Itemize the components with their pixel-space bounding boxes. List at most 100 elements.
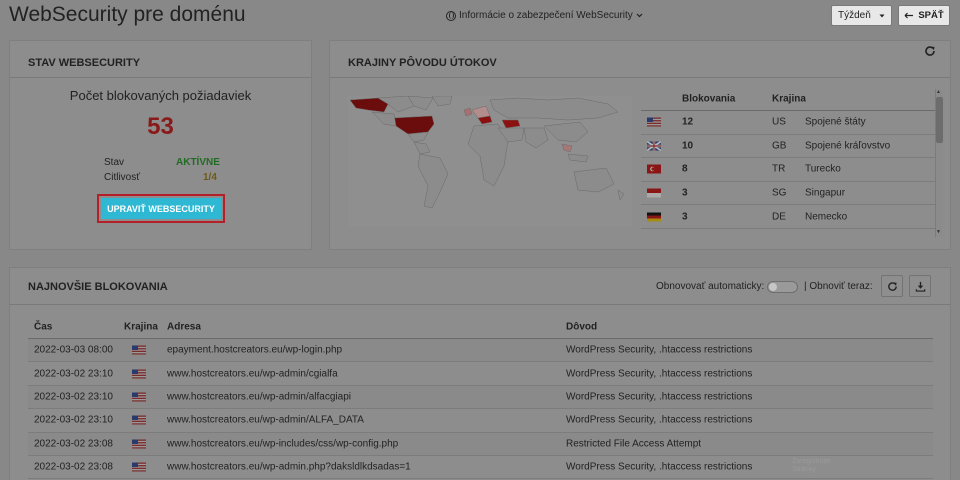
country-row[interactable]: 10 GB Spojené kráľovstvo: [641, 135, 936, 159]
table-row[interactable]: 2022-03-02 23:08 www.hostcreators.eu/wp-i…: [28, 432, 933, 456]
block-address: www.hostcreators.eu/wp-includes/css/wp-c…: [167, 438, 399, 450]
block-time: 2022-03-03 08:00: [34, 344, 113, 356]
country-name: Nemecko: [805, 211, 848, 223]
latest-blocks-title: NAJNOVŠIE BLOKOVANIA: [28, 281, 168, 293]
country-name: Spojené štáty: [805, 116, 866, 128]
state-value: AKTÍVNE: [176, 157, 220, 168]
scroll-up-icon[interactable]: ▲: [936, 89, 941, 95]
country-name: Singapur: [805, 187, 846, 199]
status-panel-title: STAV WEBSECURITY: [28, 57, 141, 69]
scrollbar-thumb[interactable]: [936, 97, 943, 143]
us-flag-icon: [132, 345, 146, 355]
divider: [10, 304, 950, 305]
scroll-down-icon[interactable]: ▼: [936, 229, 941, 235]
country-code: GB: [772, 140, 787, 152]
block-time: 2022-03-02 23:10: [34, 368, 113, 380]
back-button-label: SPÄŤ: [918, 10, 944, 21]
country-name: Turecko: [805, 163, 841, 175]
country-row[interactable]: 12 US Spojené štáty: [641, 111, 936, 135]
us-flag-icon: [132, 462, 146, 472]
block-time: 2022-03-02 23:08: [34, 438, 113, 450]
table-row[interactable]: 2022-03-02 23:10 www.hostcreators.eu/wp-a…: [28, 362, 933, 386]
country-code: US: [772, 116, 786, 128]
auto-refresh-toggle[interactable]: [767, 281, 798, 293]
column-header-time[interactable]: Čas: [34, 321, 52, 332]
country-row[interactable]: 3 DE Nemecko: [641, 205, 936, 229]
sg-flag-icon: [647, 188, 661, 198]
divider: [10, 77, 311, 78]
back-button[interactable]: SPÄŤ: [898, 5, 950, 26]
status-panel: STAV WEBSECURITY Počet blokovaných požia…: [9, 40, 312, 250]
us-flag-icon: [132, 415, 146, 425]
info-link-label: Informácie o zabezpečení WebSecurity: [459, 10, 633, 21]
edit-websecurity-button[interactable]: UPRAVIŤ WEBSECURITY: [97, 194, 225, 223]
latest-blocks-table: Čas Krajina Adresa Dôvod 2022-03-03 08:0…: [28, 315, 933, 480]
block-time: 2022-03-02 23:10: [34, 391, 113, 403]
period-select[interactable]: Týždeň: [831, 5, 892, 26]
download-button[interactable]: [909, 275, 931, 297]
block-address: www.hostcreators.eu/wp-admin.php?daksldl…: [167, 461, 411, 473]
sensitivity-value: 1/4: [203, 172, 217, 183]
country-code: TR: [772, 163, 786, 175]
refresh-icon: [887, 281, 897, 291]
refresh-icon[interactable]: [924, 45, 936, 57]
country-code: SG: [772, 187, 787, 199]
blocked-requests-count: 53: [147, 113, 174, 140]
block-time: 2022-03-02 23:10: [34, 414, 113, 426]
world-map[interactable]: [348, 96, 632, 227]
attack-countries-panel: KRAJINY PÔVODU ÚTOKOV Blokovania Krajina…: [329, 40, 951, 250]
block-reason: WordPress Security, .htaccess restrictio…: [566, 461, 753, 473]
block-time: 2022-03-02 23:08: [34, 461, 113, 473]
tr-flag-icon: [647, 164, 661, 174]
period-select-value: Týždeň: [838, 10, 871, 21]
de-flag-icon: [647, 212, 661, 222]
attack-countries-title: KRAJINY PÔVODU ÚTOKOV: [348, 57, 497, 69]
divider: [330, 77, 950, 78]
chevron-down-icon: [636, 13, 643, 18]
refresh-now-label: | Obnoviť teraz:: [804, 281, 873, 292]
column-header-blocks[interactable]: Blokovania: [682, 93, 735, 104]
block-address: www.hostcreators.eu/wp-admin/ALFA_DATA: [167, 414, 364, 426]
download-icon: [915, 281, 925, 292]
block-address: www.hostcreators.eu/wp-admin/alfacgiapi: [167, 391, 351, 403]
country-blocks: 3: [682, 211, 688, 223]
info-link[interactable]: Informácie o zabezpečení WebSecurity: [446, 10, 643, 21]
us-flag-icon: [647, 117, 661, 127]
table-row[interactable]: 2022-03-02 23:10 www.hostcreators.eu/wp-a…: [28, 385, 933, 410]
toggle-knob: [769, 283, 777, 291]
block-address: www.hostcreators.eu/wp-admin/cgialfa: [167, 368, 338, 380]
blocked-requests-label: Počet blokovaných požiadaviek: [69, 88, 252, 103]
sensitivity-label: Citlivosť: [104, 172, 140, 183]
country-name: Spojené kráľovstvo: [805, 140, 891, 152]
column-header-address[interactable]: Adresa: [167, 321, 201, 332]
latest-blocks-table-header: Čas Krajina Adresa Dôvod: [28, 315, 933, 339]
country-blocks: 12: [682, 116, 694, 128]
country-row[interactable]: 8 TR Turecko: [641, 158, 936, 182]
block-reason: WordPress Security, .htaccess restrictio…: [566, 368, 753, 380]
block-reason: WordPress Security, .htaccess restrictio…: [566, 414, 753, 426]
chevron-down-icon: [879, 14, 885, 17]
column-header-country[interactable]: Krajina: [772, 93, 806, 104]
table-row[interactable]: 2022-03-03 08:00 epayment.hostcreators.eu…: [28, 339, 933, 363]
arrow-left-icon: [904, 12, 914, 19]
watermark: Zaregistrujte Stránky: [792, 458, 831, 473]
us-flag-icon: [132, 439, 146, 449]
country-row[interactable]: 3 SG Singapur: [641, 182, 936, 206]
page-title: WebSecurity pre doménu: [9, 3, 246, 26]
column-header-reason[interactable]: Dôvod: [566, 321, 597, 332]
country-code: DE: [772, 211, 786, 223]
edit-websecurity-button-label: UPRAVIŤ WEBSECURITY: [101, 198, 221, 219]
us-flag-icon: [132, 392, 146, 402]
block-reason: WordPress Security, .htaccess restrictio…: [566, 344, 753, 356]
latest-blocks-panel: NAJNOVŠIE BLOKOVANIA Obnovovať automatic…: [9, 267, 951, 480]
refresh-now-button[interactable]: [881, 275, 903, 297]
block-reason: Restricted File Access Attempt: [566, 438, 702, 450]
gb-flag-icon: [647, 141, 661, 151]
country-blocks: 3: [682, 187, 688, 199]
column-header-country[interactable]: Krajina: [124, 321, 158, 332]
us-flag-icon: [132, 369, 146, 379]
state-label: Stav: [104, 157, 125, 168]
countries-table-header: Blokovania Krajina: [641, 87, 936, 111]
auto-refresh-label: Obnovovať automaticky:: [656, 281, 765, 292]
table-row[interactable]: 2022-03-02 23:10 www.hostcreators.eu/wp-a…: [28, 409, 933, 433]
